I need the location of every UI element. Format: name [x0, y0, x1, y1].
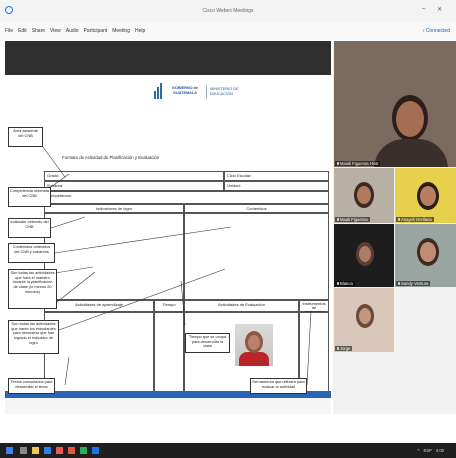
windows-taskbar: ^ ESP 4:00	[0, 443, 456, 458]
tray-clock[interactable]: 4:00	[436, 448, 444, 453]
video-tile-2[interactable]: Maali Figueroa	[334, 168, 394, 223]
video-tile-5[interactable]: Sandy Ventura	[395, 224, 456, 287]
menu-share[interactable]: Share	[32, 28, 45, 34]
participant-name-6: Jorge	[335, 346, 353, 351]
desktop-strip	[0, 414, 456, 443]
menu-view[interactable]: View	[50, 28, 61, 34]
search-icon[interactable]	[20, 447, 27, 454]
callout-actividades-estudiantes: Son todas las actividades que harán los …	[8, 320, 59, 354]
menu-audio[interactable]: Audio	[66, 28, 79, 34]
shared-screen: GOBIERNO de GUATEMALA MINISTERIO DE EDUC…	[5, 41, 331, 424]
callout-herramienta: Herramienta que utilizará para evaluar l…	[250, 378, 307, 394]
menu-file[interactable]: File	[5, 28, 13, 34]
callout-area: Área asistente del CNB	[8, 127, 43, 147]
connected-icon: ›	[422, 28, 425, 34]
video-tile-4[interactable]: Blanca	[334, 224, 394, 287]
callout-competencia: Competencia obtenida del CNB	[8, 187, 51, 207]
video-tile-6[interactable]: Jorge	[334, 288, 394, 352]
callout-actividades-maestro: Son todas las actividades que hará el ma…	[8, 269, 57, 309]
callout-contenidos: Contenidos obtenidos del CNB y subáreas	[8, 243, 55, 263]
tray-lang[interactable]: ESP	[423, 448, 431, 453]
callout-arrows	[42, 146, 312, 386]
edge-icon[interactable]	[44, 447, 51, 454]
minimize-icon[interactable]: –	[422, 6, 425, 12]
participant-name-5: Sandy Ventura	[396, 281, 431, 286]
participant-name-host: Maiali Figueroa Host	[335, 161, 381, 166]
callout-textos: Textos consultados para desarrollar el t…	[8, 378, 55, 394]
window-titlebar: Cisco Webex Meetings – ✕	[0, 0, 456, 22]
video-tile-host[interactable]: Maiali Figueroa Host	[334, 41, 456, 167]
window-title: Cisco Webex Meetings	[202, 8, 254, 14]
webex-taskbar-icon[interactable]	[80, 447, 87, 454]
close-icon[interactable]: ✕	[437, 6, 442, 13]
menu-meeting[interactable]: Meeting	[112, 28, 130, 34]
participant-name-4: Blanca	[335, 281, 355, 286]
mic-icon	[337, 162, 339, 166]
tray-arrow-icon[interactable]: ^	[417, 448, 419, 453]
share-bottom-band	[5, 398, 331, 414]
system-tray[interactable]: ^ ESP 4:00	[417, 448, 444, 453]
participants-video-panel: Maiali Figueroa Host Maali Figueroa Anay…	[333, 41, 456, 414]
menu-edit[interactable]: Edit	[18, 28, 27, 34]
menu-help[interactable]: Help	[135, 28, 145, 34]
start-icon[interactable]	[6, 447, 13, 454]
participant-name-3: Anayeli Orellana	[396, 217, 434, 222]
connection-status[interactable]: › Connected	[423, 28, 450, 34]
callout-indicador: Indicador obtenido del CNB	[8, 218, 51, 238]
video-tile-3[interactable]: Anayeli Orellana	[395, 168, 456, 223]
callout-tiempo: Tiempo que se ocupa para desarrollar la …	[185, 333, 230, 353]
chrome-icon[interactable]	[56, 447, 63, 454]
menu-bar: File Edit Share View Audio Participant M…	[0, 22, 456, 40]
word-icon[interactable]	[92, 447, 99, 454]
connected-label: Connected	[425, 28, 450, 34]
app-icon[interactable]	[68, 447, 75, 454]
file-explorer-icon[interactable]	[32, 447, 39, 454]
participant-name-2: Maali Figueroa	[335, 217, 370, 222]
menu-participant[interactable]: Participant	[84, 28, 108, 34]
